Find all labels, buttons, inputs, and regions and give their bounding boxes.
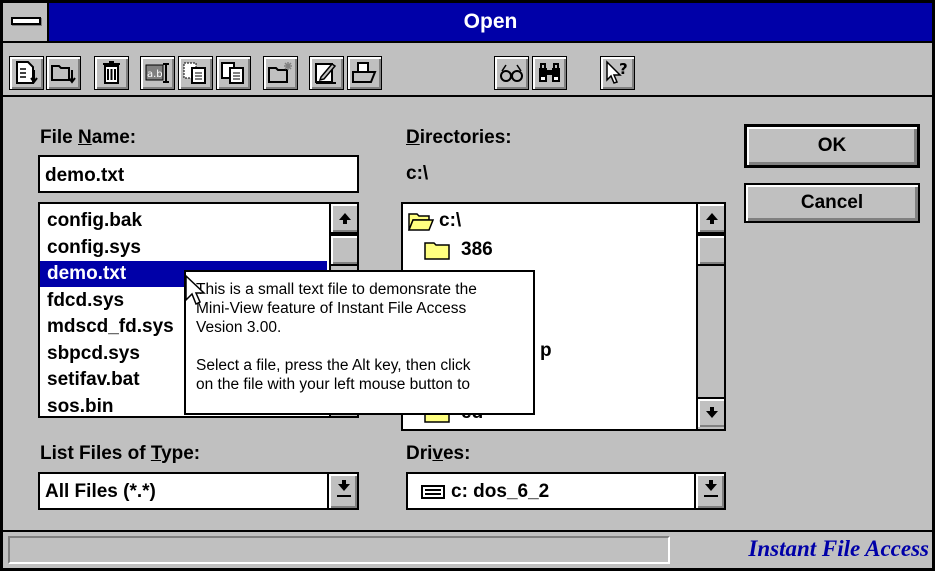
directory-name: c:\ [439,210,462,231]
file-down-icon [16,61,38,84]
file-type-select[interactable]: All Files (*.*) [38,472,359,510]
arrow-up-icon [706,213,718,224]
view-icon [500,64,523,82]
file-type-value: All Files (*.*) [45,481,156,502]
folder-icon [424,242,450,260]
status-bar: Instant File Access [3,530,932,568]
directory-list-item[interactable]: c:\ [403,208,693,234]
directories-label: Directories: [406,127,512,149]
label-text: ame: [91,127,137,148]
find-button[interactable] [532,56,567,90]
help-icon: ? [606,60,628,84]
print-icon [352,62,377,83]
edit-button[interactable] [309,56,344,90]
current-directory-path: c:\ [406,163,429,184]
drive-select[interactable]: c: dos_6_2 [406,472,726,510]
file-type-dropdown-button[interactable] [327,474,357,508]
label-accel: T [150,443,162,464]
dir-scroll-down-button[interactable] [698,397,724,427]
dropdown-arrow-icon [705,480,717,491]
tooltip-line: Select a file, press the Alt key, then c… [196,357,471,374]
tooltip-line: Mini-View feature of Instant File Access [196,300,467,317]
delete-button[interactable] [94,56,129,90]
trash-icon [103,61,120,84]
dir-scroll-thumb[interactable] [698,234,724,266]
window-title: Open [463,10,518,33]
file-down-button[interactable] [9,56,44,90]
paste-button[interactable] [216,56,251,90]
label-text: List Files of [40,443,151,464]
list-files-type-label: List Files of Type: [40,443,200,465]
tooltip-line: on the file with your left mouse button … [196,376,470,393]
dropdown-line [704,495,718,497]
svg-text:?: ? [619,60,628,78]
edit-icon [315,63,337,84]
brand-label: Instant File Access [748,536,929,561]
directory-list-item[interactable]: 386 [403,237,693,263]
svg-text:a.b: a.b [147,69,163,80]
label-text: File [40,127,79,148]
rename-icon: a.b [145,63,169,83]
open-dialog: Open a.b ? File Name: Directories: demo.… [0,0,935,571]
mouse-cursor-icon [185,275,206,306]
folder-down-icon [51,65,76,84]
tooltip-line: Vesion 3.00. [196,319,282,336]
system-menu-icon [11,17,41,25]
label-text: es: [442,443,471,464]
file-list-item[interactable]: config.sys [40,235,329,261]
arrow-up-icon [339,213,351,224]
find-icon [539,63,560,82]
status-message-area [8,536,670,564]
drive-icon [421,485,445,499]
label-accel: v [432,443,443,464]
tooltip-line: This is a small text file to demonsrate … [196,281,477,298]
file-name-input[interactable]: demo.txt [38,155,359,193]
dropdown-arrow-icon [338,480,350,491]
new-folder-icon [268,62,292,83]
label-accel: D [406,127,420,148]
help-button[interactable]: ? [600,56,635,90]
label-text: irectories: [419,127,512,148]
open-folder-icon [407,213,435,231]
system-menu-button[interactable] [3,3,49,41]
copy-icon [183,62,206,84]
folder-down-button[interactable] [46,56,81,90]
dir-scroll-up-button[interactable] [698,204,724,234]
ok-button[interactable]: OK [744,124,920,168]
file-list-item[interactable]: config.bak [40,208,329,234]
view-button[interactable] [494,56,529,90]
new-folder-button[interactable] [263,56,298,90]
file-name-label: File Name: [40,127,136,149]
arrow-down-icon [706,407,718,418]
file-scroll-up-button[interactable] [331,204,357,234]
paste-icon [221,62,244,84]
print-button[interactable] [347,56,382,90]
directory-name: p [540,340,552,361]
mini-view-tooltip: This is a small text file to demonsrate … [184,270,535,415]
label-accel: N [78,127,92,148]
dropdown-line [337,495,351,497]
file-scroll-thumb[interactable] [331,234,357,266]
rename-button[interactable]: a.b [140,56,175,90]
label-text: ype: [161,443,201,464]
title-bar[interactable]: Open [3,3,932,43]
toolbar: a.b ? [3,45,932,97]
cancel-button[interactable]: Cancel [744,183,920,223]
drive-value: c: dos_6_2 [451,481,550,502]
drives-label: Drives: [406,443,470,465]
copy-button[interactable] [178,56,213,90]
label-text: Dri [406,443,433,464]
drive-dropdown-button[interactable] [694,474,724,508]
directory-list-scrollbar[interactable] [696,204,724,429]
directory-name: 386 [461,239,493,260]
